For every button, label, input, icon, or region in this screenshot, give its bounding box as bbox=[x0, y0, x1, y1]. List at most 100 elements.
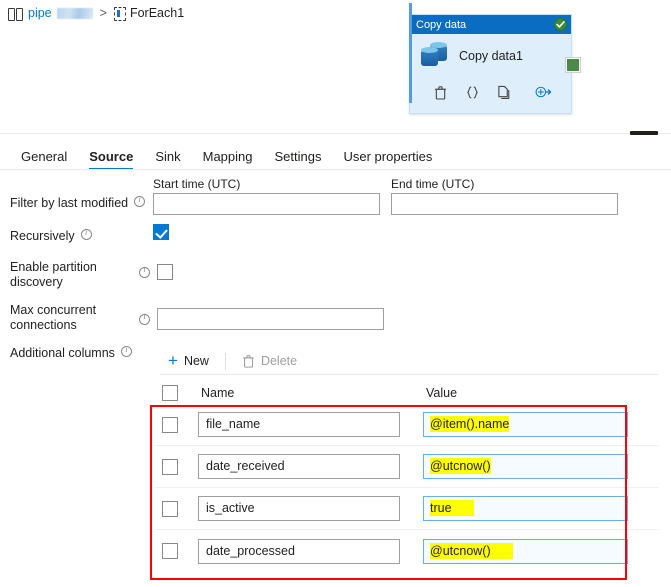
highlighted-value: @utcnow() bbox=[430, 458, 491, 474]
panel-divider bbox=[0, 133, 671, 134]
column-value-cell[interactable]: @item().name bbox=[423, 412, 658, 437]
column-value-cell[interactable]: @utcnow() bbox=[423, 454, 658, 479]
highlighted-value: @utcnow() bbox=[430, 542, 513, 559]
additional-columns-label: Additional columns bbox=[10, 345, 132, 361]
column-name-cell[interactable]: date_received bbox=[198, 454, 423, 479]
additional-columns-text: Additional columns bbox=[10, 346, 115, 360]
enable-partition-discovery-text-line2: discovery bbox=[10, 275, 63, 289]
recursively-checkbox[interactable] bbox=[153, 224, 169, 240]
column-value-cell[interactable]: true bbox=[423, 496, 658, 521]
max-concurrent-connections-label: Max concurrent connections bbox=[10, 303, 135, 333]
start-time-label: Start time (UTC) bbox=[153, 177, 241, 191]
output-connector[interactable] bbox=[566, 58, 580, 72]
column-header-name: Name bbox=[201, 386, 235, 400]
column-value-input[interactable]: true bbox=[423, 496, 628, 521]
breadcrumb-pipeline-label: pipe bbox=[28, 6, 52, 20]
info-icon[interactable] bbox=[134, 195, 146, 207]
clone-activity-icon[interactable] bbox=[488, 85, 520, 100]
row-checkbox[interactable] bbox=[162, 416, 178, 433]
row-select-cell[interactable] bbox=[162, 458, 198, 475]
end-time-label: End time (UTC) bbox=[391, 177, 475, 191]
activity-node-header: Copy data bbox=[410, 15, 571, 34]
activity-type-title: Copy data bbox=[416, 18, 467, 31]
recursively-label: Recursively bbox=[10, 228, 92, 244]
max-concurrent-connections-text-line2: connections bbox=[10, 318, 77, 332]
tab-general[interactable]: General bbox=[10, 149, 78, 170]
activity-node-toolbar[interactable] bbox=[410, 78, 571, 106]
max-concurrent-connections-input[interactable] bbox=[157, 308, 384, 330]
tab-source[interactable]: Source bbox=[78, 149, 144, 170]
delete-column-button[interactable]: Delete bbox=[234, 354, 305, 368]
delete-activity-icon[interactable] bbox=[424, 85, 456, 100]
row-checkbox[interactable] bbox=[162, 543, 178, 559]
column-value-input[interactable]: @utcnow() bbox=[423, 538, 628, 564]
column-name-input[interactable]: file_name bbox=[198, 412, 400, 437]
info-icon[interactable] bbox=[120, 345, 132, 357]
tab-sink[interactable]: Sink bbox=[144, 149, 191, 170]
info-icon[interactable] bbox=[80, 228, 92, 240]
table-row[interactable]: is_active true bbox=[155, 488, 658, 530]
table-header-row: Name Value bbox=[155, 382, 658, 404]
row-select-cell[interactable] bbox=[162, 543, 198, 559]
row-select-cell[interactable] bbox=[162, 500, 198, 517]
row-select-cell[interactable] bbox=[162, 416, 198, 433]
delete-column-label: Delete bbox=[260, 354, 298, 368]
enable-partition-discovery-text-line1: Enable partition bbox=[10, 260, 97, 274]
column-name-cell[interactable]: file_name bbox=[198, 412, 423, 437]
select-all-cell[interactable] bbox=[162, 385, 198, 401]
success-check-icon bbox=[554, 18, 567, 31]
redacted-pipeline-name bbox=[56, 7, 93, 19]
breadcrumb-separator: > bbox=[99, 6, 107, 20]
code-view-icon[interactable] bbox=[456, 85, 488, 100]
foreach-icon bbox=[113, 7, 126, 21]
activity-input-rail bbox=[409, 3, 412, 103]
table-row[interactable]: date_received @utcnow() bbox=[155, 446, 658, 488]
table-row[interactable]: date_processed @utcnow() bbox=[155, 530, 658, 572]
column-name-cell[interactable]: date_processed bbox=[198, 538, 423, 564]
trash-icon bbox=[242, 354, 255, 368]
row-checkbox[interactable] bbox=[162, 458, 178, 475]
column-name-cell[interactable]: is_active bbox=[198, 496, 423, 521]
database-copy-icon bbox=[421, 42, 449, 69]
highlighted-value: true bbox=[430, 500, 474, 516]
column-value-input[interactable]: @item().name bbox=[423, 412, 628, 437]
column-name-input[interactable]: date_received bbox=[198, 454, 400, 479]
pipeline-canvas[interactable]: Copy data Copy data1 bbox=[0, 3, 671, 130]
column-value-cell[interactable]: @utcnow() bbox=[423, 538, 658, 564]
activity-name-label: Copy data1 bbox=[459, 49, 523, 63]
select-all-checkbox[interactable] bbox=[162, 385, 178, 401]
additional-columns-toolbar[interactable]: + New Delete bbox=[160, 348, 305, 374]
tab-settings[interactable]: Settings bbox=[264, 149, 333, 170]
column-header-value: Value bbox=[426, 386, 458, 400]
new-column-button[interactable]: + New bbox=[160, 352, 217, 369]
activity-node-body: Copy data1 bbox=[410, 34, 571, 78]
breadcrumb-current-item: ForEach1 bbox=[129, 6, 185, 20]
highlighted-value: @item().name bbox=[430, 416, 510, 432]
tab-user-properties[interactable]: User properties bbox=[332, 149, 443, 170]
enable-partition-discovery-label: Enable partition discovery bbox=[10, 260, 135, 290]
add-output-icon[interactable] bbox=[527, 85, 559, 99]
row-checkbox[interactable] bbox=[162, 500, 178, 517]
filter-by-last-modified-label: Filter by last modified bbox=[10, 195, 146, 211]
collapse-panel-handle[interactable] bbox=[630, 131, 658, 135]
max-concurrent-connections-text-line1: Max concurrent bbox=[10, 303, 97, 317]
tabs-underline bbox=[0, 169, 671, 170]
tab-mapping[interactable]: Mapping bbox=[192, 149, 264, 170]
info-icon[interactable] bbox=[139, 312, 150, 325]
column-name-input[interactable]: is_active bbox=[198, 496, 400, 521]
column-name-input[interactable]: date_processed bbox=[198, 538, 400, 564]
column-value-input[interactable]: @utcnow() bbox=[423, 454, 628, 479]
start-time-input[interactable] bbox=[153, 193, 380, 215]
info-icon[interactable] bbox=[139, 265, 150, 278]
enable-partition-discovery-checkbox[interactable] bbox=[157, 264, 173, 280]
properties-tablist[interactable]: General Source Sink Mapping Settings Use… bbox=[0, 142, 671, 170]
table-row[interactable]: file_name @item().name bbox=[155, 404, 658, 446]
toolbar-underline bbox=[160, 374, 658, 375]
filter-by-last-modified-text: Filter by last modified bbox=[10, 196, 129, 210]
recursively-text: Recursively bbox=[10, 229, 75, 243]
pipeline-icon bbox=[8, 7, 23, 21]
new-column-label: New bbox=[183, 354, 209, 368]
end-time-input[interactable] bbox=[391, 193, 618, 215]
breadcrumb-pipeline-link[interactable]: pipe bbox=[28, 6, 93, 20]
copy-data-activity-node[interactable]: Copy data Copy data1 bbox=[409, 3, 580, 114]
